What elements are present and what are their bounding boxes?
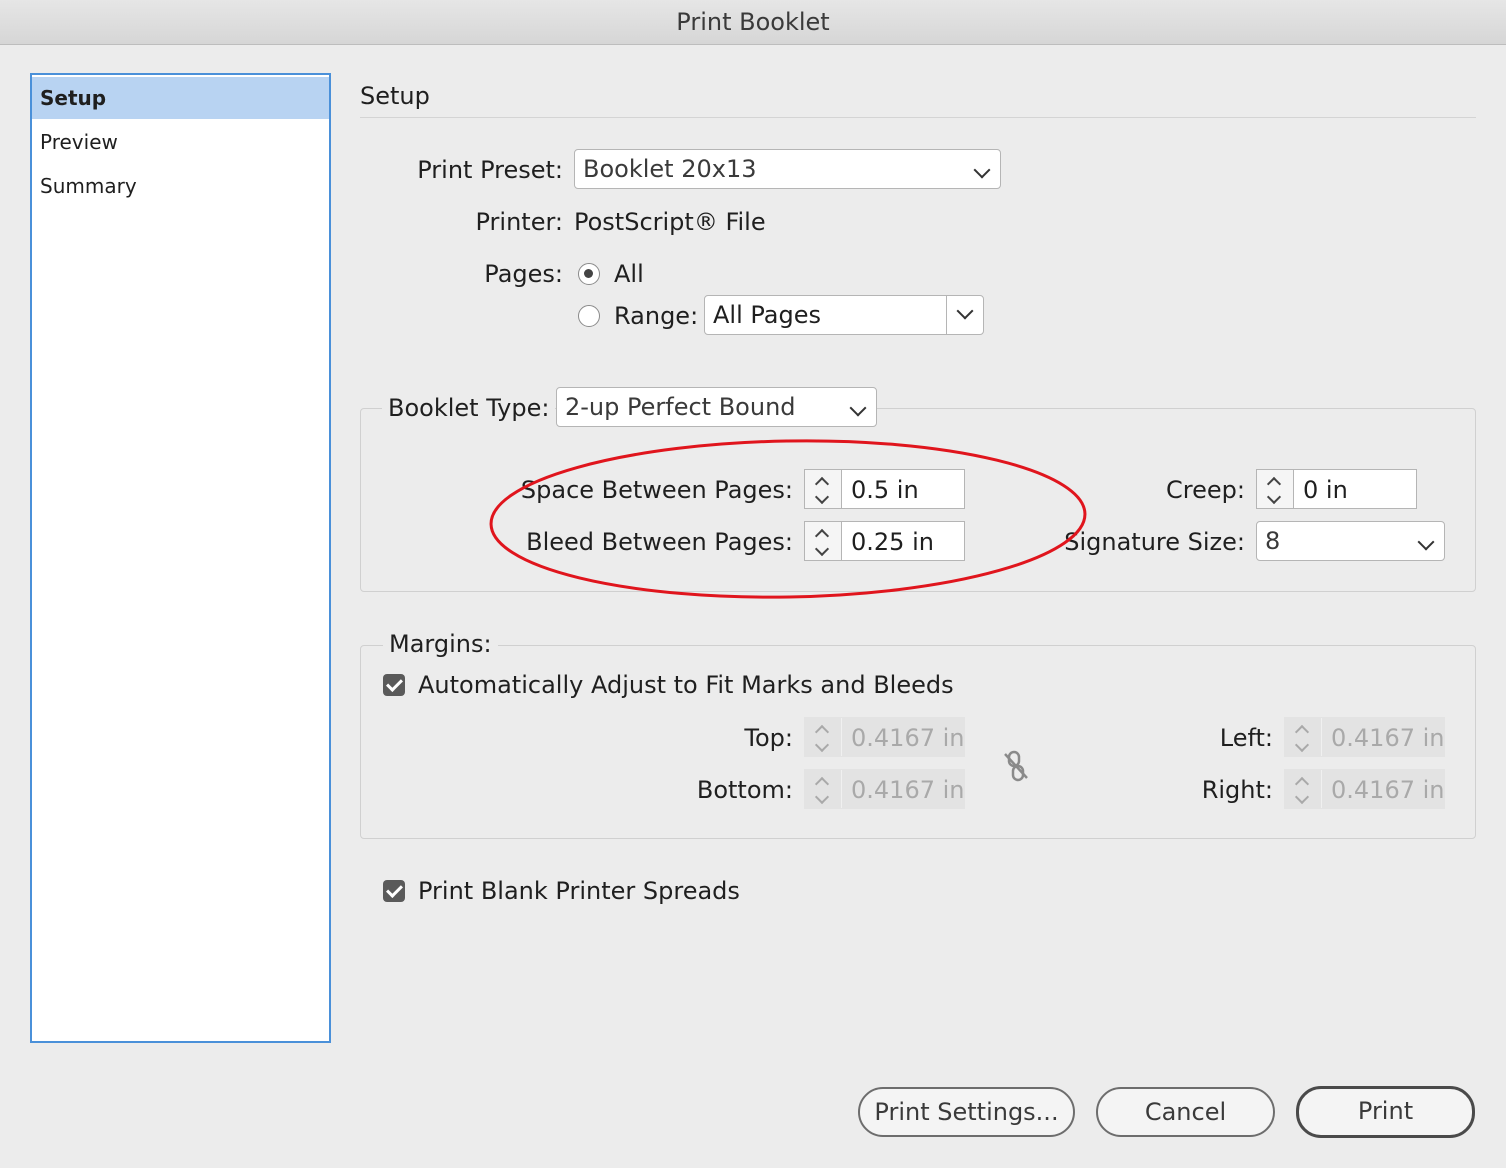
margin-left-value: 0.4167 in bbox=[1331, 724, 1445, 752]
stepper-arrows[interactable] bbox=[805, 522, 842, 560]
space-between-stepper[interactable]: 0.5 in bbox=[804, 469, 965, 509]
print-blank-checkbox[interactable] bbox=[383, 880, 405, 902]
unlink-chain-icon[interactable] bbox=[1000, 748, 1032, 784]
signature-size-label: Signature Size: bbox=[1064, 528, 1245, 556]
auto-adjust-label: Automatically Adjust to Fit Marks and Bl… bbox=[418, 671, 954, 699]
booklet-type-select[interactable]: 2-up Perfect Bound bbox=[556, 387, 877, 427]
chevron-down-icon bbox=[973, 161, 991, 179]
bleed-between-label: Bleed Between Pages: bbox=[526, 528, 793, 556]
print-settings-button[interactable]: Print Settings... bbox=[858, 1087, 1075, 1137]
chevron-down-icon bbox=[849, 399, 867, 417]
stepper-arrows[interactable] bbox=[805, 470, 842, 508]
creep-stepper[interactable]: 0 in bbox=[1256, 469, 1417, 509]
margin-top-value: 0.4167 in bbox=[851, 724, 965, 752]
chevron-down-icon bbox=[956, 302, 974, 320]
stepper-arrows[interactable] bbox=[1257, 470, 1294, 508]
signature-size-value: 8 bbox=[1265, 527, 1281, 555]
stepper-arrows[interactable] bbox=[1285, 770, 1322, 808]
stepper-arrows[interactable] bbox=[805, 770, 842, 808]
auto-adjust-checkbox[interactable] bbox=[383, 674, 405, 696]
sidebar-item-preview[interactable]: Preview bbox=[32, 121, 329, 163]
margin-right-value: 0.4167 in bbox=[1331, 776, 1445, 804]
section-heading: Setup bbox=[360, 82, 430, 110]
space-between-label: Space Between Pages: bbox=[520, 476, 793, 504]
chevron-down-icon bbox=[814, 737, 830, 753]
stepper-arrows[interactable] bbox=[1285, 718, 1322, 756]
bleed-between-value: 0.25 in bbox=[851, 528, 934, 556]
printer-label: Printer: bbox=[475, 208, 563, 236]
sidebar-item-label: Preview bbox=[40, 130, 118, 154]
pages-range-combobox[interactable]: All Pages bbox=[704, 295, 984, 335]
pages-range-label: Range: bbox=[614, 302, 699, 330]
chevron-down-icon bbox=[1266, 489, 1282, 505]
creep-label: Creep: bbox=[1166, 476, 1245, 504]
margin-top-stepper[interactable]: 0.4167 in bbox=[804, 717, 965, 757]
bleed-between-stepper[interactable]: 0.25 in bbox=[804, 521, 965, 561]
margin-left-stepper[interactable]: 0.4167 in bbox=[1284, 717, 1445, 757]
chevron-down-icon bbox=[1417, 533, 1435, 551]
pages-label: Pages: bbox=[484, 260, 563, 288]
stepper-arrows[interactable] bbox=[805, 718, 842, 756]
margins-label: Margins: bbox=[383, 630, 498, 658]
creep-value: 0 in bbox=[1303, 476, 1348, 504]
heading-divider bbox=[360, 117, 1476, 118]
margin-bottom-label: Bottom: bbox=[696, 776, 793, 804]
chevron-down-icon bbox=[814, 489, 830, 505]
sidebar: Setup Preview Summary bbox=[30, 73, 331, 1043]
window-title: Print Booklet bbox=[676, 8, 830, 36]
margin-bottom-stepper[interactable]: 0.4167 in bbox=[804, 769, 965, 809]
margin-top-label: Top: bbox=[744, 724, 793, 752]
chevron-down-icon bbox=[1294, 789, 1310, 805]
print-preset-label: Print Preset: bbox=[417, 156, 563, 184]
margin-right-stepper[interactable]: 0.4167 in bbox=[1284, 769, 1445, 809]
sidebar-item-label: Summary bbox=[40, 174, 137, 198]
print-preset-select[interactable]: Booklet 20x13 bbox=[574, 149, 1001, 189]
margin-right-label: Right: bbox=[1201, 776, 1273, 804]
print-blank-label: Print Blank Printer Spreads bbox=[418, 877, 740, 905]
chevron-down-icon bbox=[814, 789, 830, 805]
printer-value: PostScript® File bbox=[574, 208, 766, 236]
margin-bottom-value: 0.4167 in bbox=[851, 776, 965, 804]
pages-all-radio[interactable] bbox=[578, 263, 600, 285]
title-bar: Print Booklet bbox=[0, 0, 1506, 45]
sidebar-item-summary[interactable]: Summary bbox=[32, 165, 329, 207]
margin-left-label: Left: bbox=[1219, 724, 1273, 752]
chevron-down-icon bbox=[814, 541, 830, 557]
pages-all-label: All bbox=[614, 260, 644, 288]
signature-size-select[interactable]: 8 bbox=[1256, 521, 1445, 561]
cancel-button[interactable]: Cancel bbox=[1096, 1087, 1275, 1137]
pages-range-radio[interactable] bbox=[578, 305, 600, 327]
booklet-type-label: Booklet Type: bbox=[382, 394, 556, 422]
space-between-value: 0.5 in bbox=[851, 476, 919, 504]
sidebar-item-setup[interactable]: Setup bbox=[32, 77, 329, 119]
combo-dropdown-button[interactable] bbox=[946, 296, 983, 334]
chevron-down-icon bbox=[1294, 737, 1310, 753]
pages-range-value: All Pages bbox=[713, 301, 821, 329]
print-button[interactable]: Print bbox=[1296, 1086, 1475, 1138]
booklet-type-value: 2-up Perfect Bound bbox=[565, 393, 796, 421]
sidebar-item-label: Setup bbox=[40, 86, 107, 110]
print-preset-value: Booklet 20x13 bbox=[583, 155, 757, 183]
